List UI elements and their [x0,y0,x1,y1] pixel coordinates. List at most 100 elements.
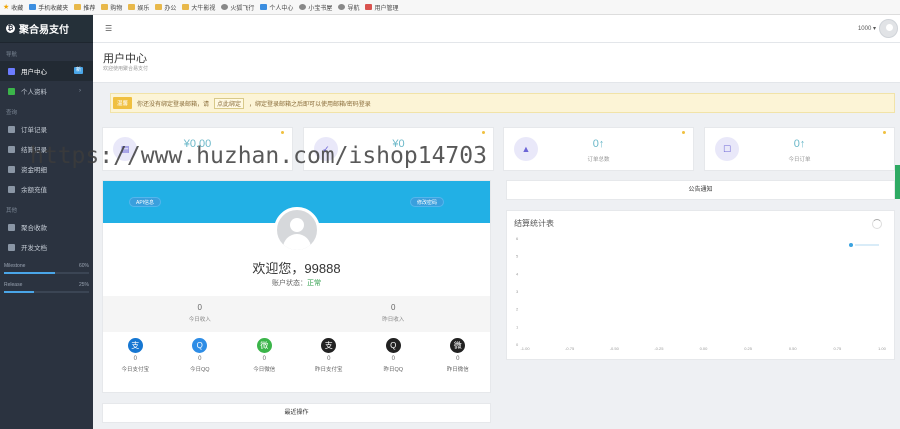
payment-label: 昨日QQ [383,367,404,373]
globe-icon [221,4,229,10]
alipay-icon: 支 [127,338,143,353]
coin-icon [8,185,15,193]
x-tick-label: 0.00 [700,346,709,351]
globe-icon [338,4,346,10]
page-title: 用户中心 [103,53,147,65]
payment-label: 今日微信 [253,367,276,373]
stat-value: 0↑ [592,138,605,150]
sidebar-section-main: 导航 [6,52,18,58]
profile-panel: API信息 修改密码 欢迎您，99888 账户状态：正常 0 今日收入 0 昨日… [102,180,491,393]
currency-icon: ₿ [6,24,15,33]
status-value: 正常 [307,280,321,287]
bookmark-label: 用户管理 [374,5,399,12]
change-password-button[interactable]: 修改密码 [409,197,444,207]
leaf-icon [8,87,15,95]
today-income-value: 0 [197,303,202,312]
x-tick-label: -1.00 [520,346,530,351]
top-header: ☰ 1000 ▾ [93,15,900,43]
user-menu[interactable]: 1000 ▾ [858,25,876,32]
chevron-right-icon: › [79,88,81,94]
legend-line [855,244,879,246]
bookmark-item[interactable]: 购物 [101,3,122,12]
sidebar: ₿ 聚合易支付 导航 用户中心 新 个人资料 › 查询 订单记录 结算记录 资金… [0,15,93,429]
api-info-button[interactable]: API信息 [129,197,162,207]
y-tick-label: 4 [516,271,519,276]
sidebar-item-profile[interactable]: 个人资料 › [0,81,93,101]
payment-label: 今日QQ [189,367,210,373]
side-tab[interactable] [895,165,900,199]
star-icon: ★ [3,3,10,11]
x-tick-label: 1.00 [878,346,887,351]
bookmark-label: 小宝书屋 [308,5,333,12]
stat-card-today-orders: ☐ 0↑ 今日订单 [704,127,895,171]
indicator-dot [682,131,685,134]
sidebar-item-collect[interactable]: 聚合收款 [0,217,93,237]
bookmark-label: 导航 [347,5,360,12]
x-tick-label: 0.25 [744,346,753,351]
payment-label: 今日支付宝 [121,367,149,373]
folder-icon [128,4,136,10]
menu-icon[interactable]: ☰ [105,24,112,33]
notice-alert: 温馨 你还没有绑定登录邮箱，请 点此绑定 ，绑定登录邮箱之后即可以使用邮箱/密码… [110,93,895,113]
avatar[interactable] [879,19,898,38]
avatar [274,207,320,253]
bookmark-item[interactable]: ★ 收藏 [3,3,23,12]
notice-text-after: ，绑定登录邮箱之后即可以使用邮箱/密码登录 [249,101,371,108]
settlement-chart: 0 1 2 3 4 5 6 -1.00 -0.75 -0.50 -0.25 0.00 0.25 0.50 0… [516,236,887,351]
page-header: 用户中心 欢迎使用聚合易支付 [93,43,900,83]
bookmark-label: 手机收藏夹 [38,5,69,12]
yesterday-income-value: 0 [391,303,396,312]
bookmark-item[interactable]: 火狐飞行 [221,3,254,12]
bookmark-item[interactable]: 用户管理 [365,3,398,12]
recent-operations-header: 最近操作 [102,403,491,423]
sidebar-item-recharge[interactable]: 余额充值 [0,179,93,199]
bookmark-label: 娱乐 [137,5,150,12]
payment-count: 0 [391,356,395,362]
sidebar-item-user-center[interactable]: 用户中心 新 [0,61,93,81]
wechat-icon: 微 [256,338,272,353]
indicator-dot [482,131,485,134]
stat-value: 0↑ [793,138,806,150]
y-tick-label: 1 [516,324,519,329]
bookmark-item[interactable]: 个人中心 [260,3,293,12]
today-income-label: 今日收入 [188,317,211,323]
stat-label: 订单总数 [587,157,610,163]
bookmark-item[interactable]: 手机收藏夹 [29,3,68,12]
yesterday-income: 0 昨日收入 [297,296,491,332]
sidebar-item-orders[interactable]: 订单记录 [0,119,93,139]
bind-email-link[interactable]: 点此绑定 [214,97,245,109]
today-income: 0 今日收入 [103,296,297,332]
payment-label: 昨日微信 [446,367,469,373]
folder-icon [155,4,163,10]
wallet-icon [8,165,15,173]
sidebar-item-docs[interactable]: 开发文档 [0,237,93,257]
sidebar-item-label: 个人资料 [21,89,47,96]
globe-icon [299,4,307,10]
account-status: 账户状态：正常 [103,278,490,288]
bookmark-item[interactable]: 大牛影视 [182,3,215,12]
bookmark-item[interactable]: 小宝书屋 [299,3,332,12]
sidebar-item-label: 聚合收款 [21,225,47,232]
progress-bar [4,291,89,293]
bookmark-item[interactable]: 导航 [338,3,359,12]
payment-count: 0 [262,356,266,362]
user-icon [260,4,268,10]
bookmark-label: 大牛影视 [191,5,216,12]
legend-marker [849,243,853,247]
payment-label: 昨日支付宝 [314,367,343,373]
progress-row: Release 25% [4,282,89,288]
folder-icon [182,4,190,10]
indicator-dot [883,131,886,134]
home-icon [8,67,15,75]
sidebar-item-label: 余额充值 [21,187,47,194]
progress-value: 25% [78,282,89,288]
bookmark-item[interactable]: 娱乐 [128,3,149,12]
progress-fill [4,272,55,274]
income-row: 0 今日收入 0 昨日收入 [103,296,490,332]
bookmark-item[interactable]: 办公 [155,3,176,12]
progress-bar [4,272,89,274]
bookmark-item[interactable]: 推荐 [74,3,95,12]
payment-stat: 支 0 昨日支付宝 [297,336,362,386]
brand[interactable]: ₿ 聚合易支付 [0,15,93,43]
x-tick-label: -0.25 [654,346,664,351]
